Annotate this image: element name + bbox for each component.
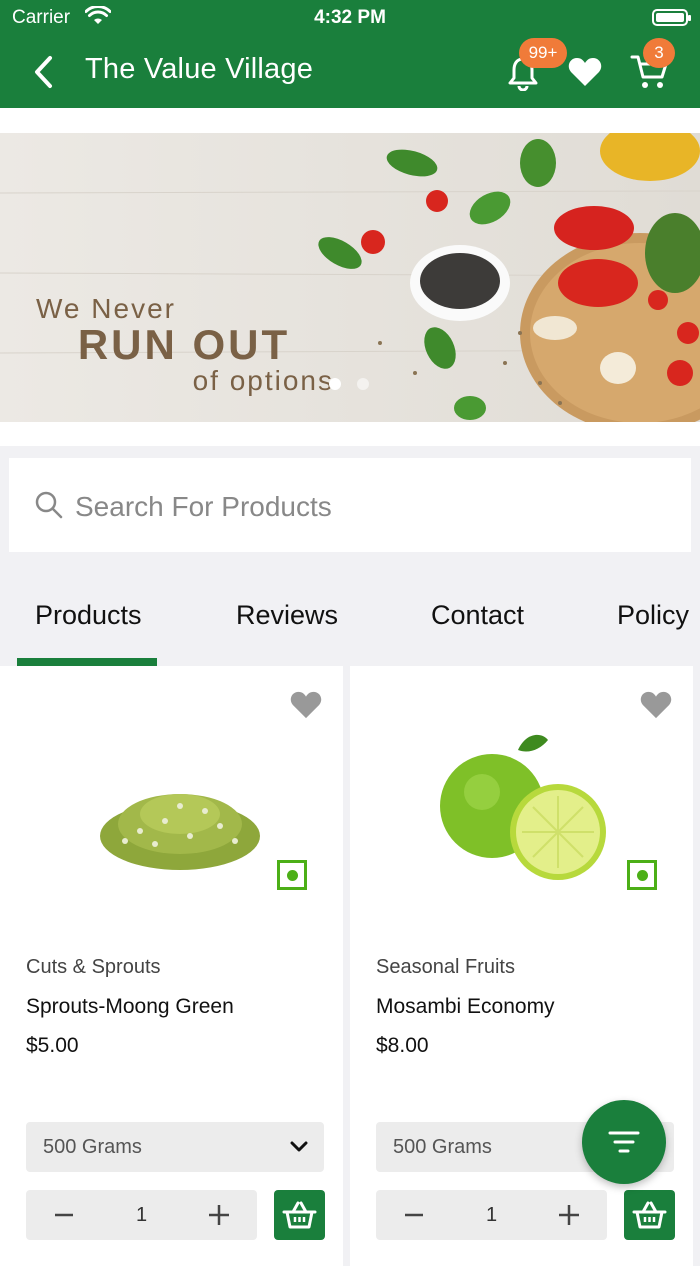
battery-icon: [652, 9, 691, 26]
tab-contact[interactable]: Contact: [431, 600, 524, 631]
filter-icon: [608, 1131, 640, 1153]
basket-icon: [282, 1201, 317, 1229]
carousel-dot-1[interactable]: [329, 378, 341, 390]
carousel-dot-2[interactable]: [357, 378, 369, 390]
favorite-heart-icon[interactable]: [289, 690, 323, 720]
tab-reviews[interactable]: Reviews: [236, 600, 338, 631]
add-to-basket-button[interactable]: [624, 1190, 675, 1240]
product-name[interactable]: Sprouts-Moong Green: [26, 995, 234, 1019]
plus-icon[interactable]: [206, 1202, 232, 1228]
sprouts-image: [100, 794, 260, 870]
promo-banner[interactable]: We Never RUN OUT of options: [0, 133, 700, 422]
product-price: $5.00: [26, 1034, 79, 1057]
search-input[interactable]: [73, 486, 657, 528]
add-to-basket-button[interactable]: [274, 1190, 325, 1240]
clock: 4:32 PM: [314, 7, 386, 28]
app-header: Carrier 4:32 PM The Value Village 99+ 3: [0, 0, 700, 108]
filter-button[interactable]: [582, 1100, 666, 1184]
wishlist-heart-icon[interactable]: [567, 56, 603, 88]
search-bar[interactable]: [9, 458, 691, 552]
favorite-heart-icon[interactable]: [639, 690, 673, 720]
tab-bar: Products Reviews Contact Policy: [0, 580, 700, 666]
banner-tagline: We Never RUN OUT of options: [34, 293, 334, 397]
page-title: The Value Village: [85, 53, 314, 85]
search-icon: [35, 491, 63, 519]
cart-count-badge: 3: [643, 38, 675, 68]
basket-icon: [632, 1201, 667, 1229]
banner-line-3: of options: [192, 365, 334, 396]
active-tab-indicator: [17, 658, 157, 666]
tab-policy[interactable]: Policy: [617, 600, 689, 631]
chevron-down-icon: [290, 1141, 308, 1152]
quantity-stepper: 1: [376, 1190, 607, 1240]
variant-value: 500 Grams: [393, 1136, 492, 1158]
product-category: Cuts & Sprouts: [26, 956, 161, 978]
notification-badge: 99+: [519, 38, 567, 68]
banner-line-2: RUN OUT: [77, 321, 291, 368]
product-price: $8.00: [376, 1034, 429, 1057]
veg-indicator-icon: [627, 860, 657, 890]
mosambi-image: [440, 734, 606, 880]
status-bar: Carrier 4:32 PM: [0, 0, 700, 36]
product-card[interactable]: Cuts & Sprouts Sprouts-Moong Green $5.00…: [0, 666, 343, 1266]
back-arrow-icon[interactable]: [28, 52, 62, 92]
variant-value: 500 Grams: [43, 1136, 142, 1158]
quantity-stepper: 1: [26, 1190, 257, 1240]
veg-indicator-icon: [277, 860, 307, 890]
product-name[interactable]: Mosambi Economy: [376, 995, 555, 1019]
product-category: Seasonal Fruits: [376, 956, 515, 978]
variant-dropdown[interactable]: 500 Grams: [26, 1122, 324, 1172]
tab-products[interactable]: Products: [35, 600, 142, 631]
plus-icon[interactable]: [556, 1202, 582, 1228]
